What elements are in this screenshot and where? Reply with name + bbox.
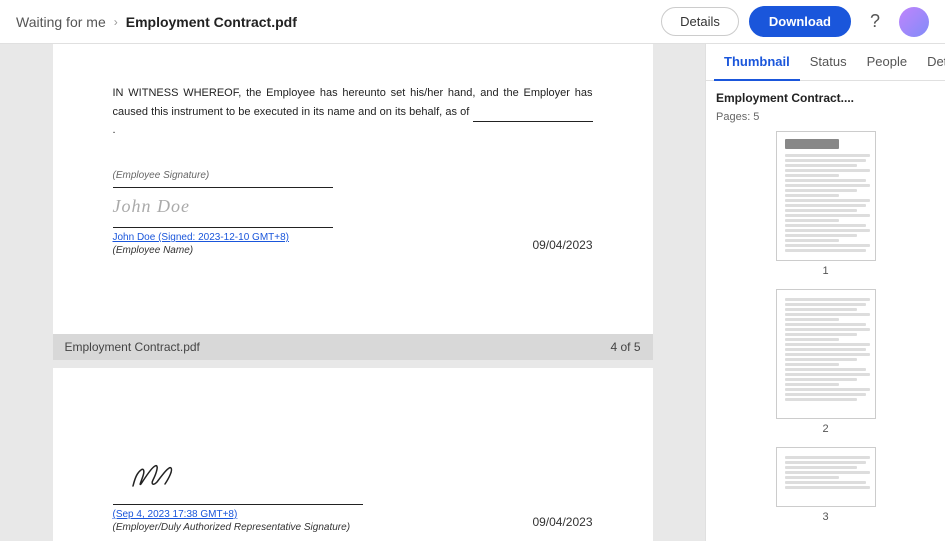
employer-date: 09/04/2023 (532, 515, 592, 533)
thumbnail-pages: Pages: 5 (716, 111, 935, 123)
employee-name-label: (Employee Name) (113, 245, 333, 256)
thumbnail-number-1: 1 (822, 265, 828, 277)
employer-sig-line (113, 504, 363, 505)
thumbnail-number-3: 3 (822, 511, 828, 523)
thumbnail-inner-3 (777, 448, 875, 506)
document-page-4: IN WITNESS WHEREOF, the Employee has her… (53, 44, 653, 334)
employee-signed-link[interactable]: John Doe (Signed: 2023-12-10 GMT+8) (113, 232, 333, 243)
employer-sig-section: (Sep 4, 2023 17:38 GMT+8) (Employer/Duly… (113, 448, 593, 533)
breadcrumb-filename: Employment Contract.pdf (126, 14, 297, 30)
tab-details[interactable]: Details (917, 44, 945, 81)
help-icon[interactable]: ? (861, 8, 889, 36)
employer-sig-date[interactable]: (Sep 4, 2023 17:38 GMT+8) (113, 509, 363, 520)
document-page-5: (Sep 4, 2023 17:38 GMT+8) (Employer/Duly… (53, 368, 653, 541)
document-area[interactable]: IN WITNESS WHEREOF, the Employee has her… (0, 44, 705, 541)
thumbnail-item-2[interactable]: 2 (716, 289, 935, 435)
tab-thumbnail[interactable]: Thumbnail (714, 44, 800, 81)
thumbnails-area[interactable]: Employment Contract.... Pages: 5 (706, 81, 945, 541)
footer-filename: Employment Contract.pdf (65, 340, 200, 354)
breadcrumb: Waiting for me › Employment Contract.pdf (16, 14, 661, 30)
blank-line (473, 103, 593, 123)
employee-sig-label: (Employee Signature) (113, 170, 333, 181)
right-panel: Thumbnail Status People Details Employme… (705, 44, 945, 541)
thumbnail-item-3[interactable]: 3 (716, 447, 935, 523)
thumbnail-number-2: 2 (822, 423, 828, 435)
breadcrumb-prefix: Waiting for me (16, 14, 106, 30)
thumbnail-header: Employment Contract.... (716, 91, 935, 105)
right-panel-tabs: Thumbnail Status People Details (706, 44, 945, 81)
thumbnail-inner-2 (777, 290, 875, 418)
sig-line-2 (113, 227, 333, 228)
header: Waiting for me › Employment Contract.pdf… (0, 0, 945, 44)
details-button[interactable]: Details (661, 7, 739, 36)
thumb-header-block-1 (785, 139, 839, 149)
thumbnail-img-3[interactable] (776, 447, 876, 507)
thumbnail-item-1[interactable]: 1 (716, 131, 935, 277)
employer-sig-block: (Sep 4, 2023 17:38 GMT+8) (Employer/Duly… (113, 448, 363, 533)
download-button[interactable]: Download (749, 6, 851, 37)
tab-people[interactable]: People (857, 44, 917, 81)
main-layout: IN WITNESS WHEREOF, the Employee has her… (0, 44, 945, 541)
avatar[interactable] (899, 7, 929, 37)
page-footer-bar: Employment Contract.pdf 4 of 5 (53, 334, 653, 360)
witness-text: IN WITNESS WHEREOF, the Employee has her… (113, 84, 593, 140)
employer-sig-label: (Employer/Duly Authorized Representative… (113, 522, 363, 533)
employee-sig-block: (Employee Signature) John Doe John Doe (… (113, 170, 333, 256)
thumbnail-inner-1 (777, 132, 875, 260)
thumbnail-img-2[interactable] (776, 289, 876, 419)
thumbnail-filename: Employment Contract.... (716, 91, 854, 105)
employer-sig-svg (113, 448, 203, 498)
tab-status[interactable]: Status (800, 44, 857, 81)
employee-sig-date: 09/04/2023 (532, 238, 592, 256)
employee-sig-name: John Doe (113, 196, 333, 217)
footer-page-info: 4 of 5 (610, 340, 640, 354)
signature-section-employee: (Employee Signature) John Doe John Doe (… (113, 170, 593, 256)
breadcrumb-separator: › (114, 15, 118, 29)
header-actions: Details Download ? (661, 6, 929, 37)
sig-line (113, 187, 333, 188)
thumbnail-img-1[interactable] (776, 131, 876, 261)
